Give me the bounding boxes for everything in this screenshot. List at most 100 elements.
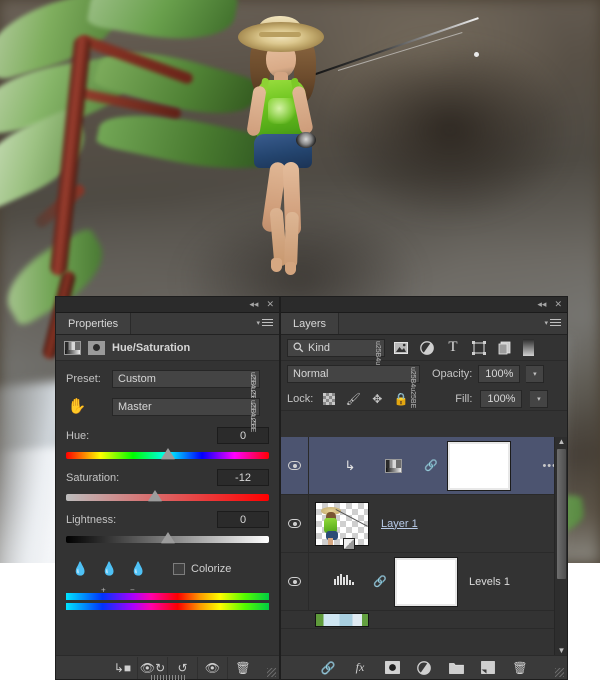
- collapse-to-icons-icon[interactable]: ◂◂: [249, 298, 258, 311]
- scroll-down-arrow-icon[interactable]: ▼: [557, 646, 566, 655]
- filter-adjustment-icon[interactable]: [417, 339, 437, 357]
- preset-value: Custom: [118, 373, 156, 385]
- resize-grip[interactable]: [555, 668, 564, 677]
- shin-right: [284, 211, 299, 269]
- layer-visibility-toggle[interactable]: [281, 437, 309, 494]
- layer-visibility-toggle[interactable]: [281, 553, 309, 610]
- resize-grip[interactable]: [267, 668, 276, 677]
- filter-kind-select[interactable]: Kind: [287, 338, 385, 382]
- close-icon[interactable]: ✕: [554, 298, 562, 311]
- lightness-slider-knob[interactable]: [160, 532, 175, 543]
- mask-link-icon[interactable]: 🔗: [373, 575, 387, 588]
- shirt-print: [268, 98, 296, 124]
- table-row[interactable]: 🔗 Levels 1: [281, 553, 567, 611]
- eyedropper-add-icon[interactable]: 💧+: [101, 561, 117, 595]
- layer-mask-thumbnail[interactable]: [394, 556, 458, 607]
- scroll-up-arrow-icon[interactable]: ▲: [557, 437, 566, 446]
- foot-right: [285, 262, 296, 275]
- layer-list[interactable]: ↳ 🔗 ••• Layer 1 🔗 Levels 1: [281, 437, 567, 655]
- layer-name[interactable]: Levels 1: [469, 576, 510, 588]
- eyedropper-subtract-icon[interactable]: 💧−: [130, 561, 146, 595]
- link-layers-button[interactable]: 🔗: [313, 657, 343, 679]
- new-adjustment-layer-button[interactable]: [409, 657, 439, 679]
- layer-mask-thumbnail[interactable]: [447, 440, 511, 491]
- layer-thumbnail[interactable]: [315, 501, 369, 546]
- spectrum-bar-bottom[interactable]: [66, 603, 269, 610]
- properties-panel-menu-button[interactable]: ▾: [256, 317, 273, 328]
- targeted-adjustment-hand-icon[interactable]: ✋: [66, 397, 88, 417]
- delete-layer-button[interactable]: 🗑: [505, 657, 535, 679]
- layer-styles-button[interactable]: fx: [345, 657, 375, 679]
- clip-to-layer-button[interactable]: ↳■: [108, 656, 138, 679]
- delete-adjustment-button[interactable]: 🗑: [228, 657, 258, 679]
- blend-mode-select[interactable]: Normal: [287, 365, 420, 408]
- hue-value-field[interactable]: 0: [217, 427, 269, 444]
- layer-thumbnail[interactable]: [315, 612, 369, 627]
- filter-shape-icon[interactable]: [469, 339, 489, 357]
- table-row[interactable]: [281, 611, 567, 629]
- filter-kind-label: Kind: [308, 341, 331, 354]
- saturation-slider-knob[interactable]: [148, 490, 163, 501]
- opacity-dropdown-arrow[interactable]: ▾: [526, 365, 545, 383]
- add-layer-mask-button[interactable]: [377, 657, 407, 679]
- mask-link-icon[interactable]: 🔗: [424, 459, 438, 472]
- preset-row: Preset: Custom: [56, 370, 279, 403]
- filter-toggle-switch[interactable]: [523, 339, 534, 356]
- layers-panel-menu-button[interactable]: ▾: [544, 317, 561, 328]
- tab-properties-label: Properties: [68, 317, 119, 330]
- panel-drag-handle[interactable]: [150, 675, 185, 680]
- toggle-visibility-button[interactable]: 👁: [198, 656, 228, 679]
- color-range-spectrum: [56, 593, 279, 610]
- channel-select[interactable]: Master: [112, 398, 260, 431]
- opacity-value-field[interactable]: 100%: [478, 365, 521, 383]
- layer-visibility-toggle[interactable]: [281, 495, 309, 552]
- scrollbar-thumb[interactable]: [557, 449, 566, 579]
- colorize-checkbox-wrap[interactable]: Colorize: [173, 563, 231, 575]
- new-layer-button[interactable]: [473, 657, 503, 679]
- table-row[interactable]: Layer 1: [281, 495, 567, 553]
- eyedropper-icon[interactable]: 💧: [72, 561, 88, 577]
- layer-name[interactable]: Layer 1: [381, 518, 418, 530]
- table-row[interactable]: ↳ 🔗 •••: [281, 437, 567, 495]
- levels-adjustment-icon[interactable]: [331, 573, 357, 590]
- close-icon[interactable]: ✕: [266, 298, 274, 311]
- colorize-checkbox[interactable]: [173, 563, 185, 575]
- new-group-button[interactable]: [441, 657, 471, 679]
- girl-composite-subject: [228, 16, 479, 275]
- properties-panel: ◂◂ ✕ Properties ▾ Hue/Saturation Preset:: [55, 296, 280, 680]
- panel-menu-icon: [550, 317, 561, 328]
- lock-transparent-pixels-icon[interactable]: [321, 391, 337, 407]
- hue-slider-track[interactable]: [66, 448, 269, 459]
- filter-smart-object-icon[interactable]: [495, 339, 515, 357]
- clip-to-layer-icon[interactable]: [88, 340, 105, 355]
- hue-saturation-thumbnail[interactable]: [385, 458, 402, 473]
- lock-all-icon[interactable]: 🔒: [393, 391, 409, 407]
- foot-left: [271, 258, 282, 272]
- spectrum-bar-top[interactable]: [66, 593, 269, 600]
- layers-tabstrip: Layers ▾: [281, 313, 567, 335]
- saturation-slider-block: Saturation: -12: [56, 469, 279, 501]
- collapse-to-icons-icon[interactable]: ◂◂: [537, 298, 546, 311]
- chevron-down-icon: ▾: [256, 319, 260, 327]
- fishing-rod-tip: [474, 52, 479, 57]
- hue-label: Hue:: [66, 429, 90, 442]
- layers-panel: ◂◂ ✕ Layers ▾ Kind u25B4u25BE T Normal u…: [280, 296, 568, 680]
- saturation-value-field[interactable]: -12: [217, 469, 269, 486]
- saturation-slider-track[interactable]: [66, 490, 269, 501]
- hue-slider-knob[interactable]: [160, 448, 175, 459]
- fill-value-field[interactable]: 100%: [480, 389, 523, 408]
- preset-select[interactable]: Custom: [112, 370, 260, 403]
- filter-pixel-icon[interactable]: [391, 339, 411, 357]
- lock-position-icon[interactable]: ✥: [369, 391, 385, 407]
- fishing-reel: [296, 132, 316, 148]
- lightness-value-field[interactable]: 0: [217, 511, 269, 528]
- fill-dropdown-arrow[interactable]: ▾: [530, 389, 549, 408]
- tab-layers[interactable]: Layers: [281, 313, 340, 334]
- tab-properties[interactable]: Properties: [56, 313, 132, 334]
- clipping-mask-arrow-icon: ↳: [344, 457, 356, 473]
- blend-opacity-row: Normal Opacity: 100% ▾: [281, 361, 567, 408]
- filter-type-icon[interactable]: T: [443, 339, 463, 357]
- layers-scrollbar[interactable]: ▲ ▼: [554, 437, 567, 655]
- lightness-slider-track[interactable]: [66, 532, 269, 543]
- lock-image-pixels-icon[interactable]: 🖌: [345, 391, 361, 407]
